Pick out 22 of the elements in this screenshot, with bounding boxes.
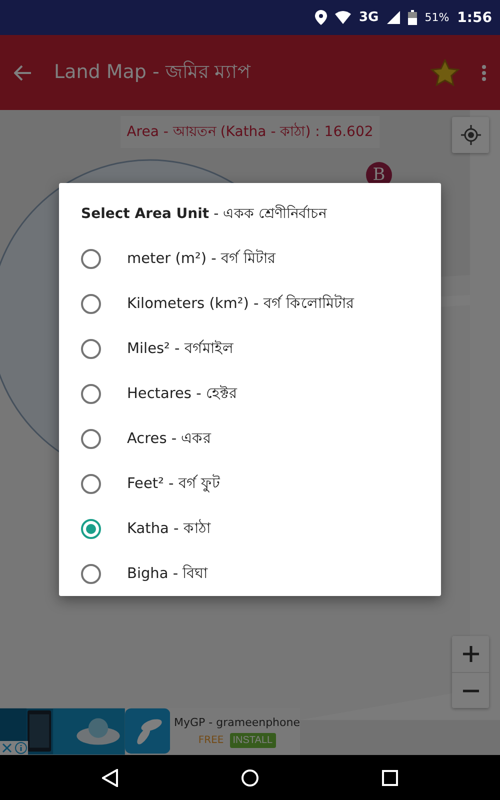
location-icon (315, 10, 327, 25)
app-logo (124, 708, 170, 754)
battery-percent: 51% (424, 11, 450, 24)
back-triangle-icon (102, 768, 118, 786)
info-icon[interactable] (14, 741, 28, 755)
ad-price: FREE (198, 734, 224, 746)
network-type: 3G (359, 10, 379, 25)
recents-square-icon (382, 770, 398, 786)
close-icon[interactable] (0, 741, 14, 755)
home-circle-icon (240, 768, 259, 786)
wifi-icon (335, 11, 351, 24)
battery-icon (408, 10, 417, 25)
recents-nav-button[interactable] (382, 770, 398, 786)
back-nav-button[interactable] (102, 768, 118, 786)
more-menu-icon[interactable] (482, 64, 486, 80)
home-nav-button[interactable] (240, 768, 259, 786)
ad-banner[interactable]: MyGP - grameenphone FREE INSTALL (0, 708, 300, 755)
clock-time: 1:56 (457, 10, 492, 26)
signal-icon (386, 11, 400, 24)
back-arrow-icon[interactable] (14, 64, 32, 80)
app-title: Land Map - জমির ম্যাপ (54, 60, 252, 84)
star-icon[interactable] (430, 58, 460, 86)
